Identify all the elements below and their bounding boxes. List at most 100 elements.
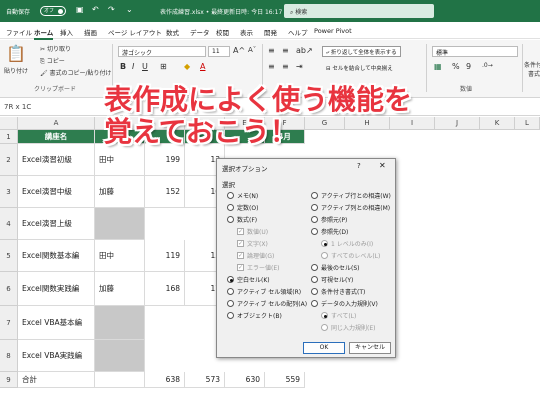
comma-icon[interactable]: 9 (466, 62, 471, 71)
option-objects[interactable]: オブジェクト(B) (227, 311, 282, 320)
column-header-k[interactable]: K (480, 117, 515, 130)
value-cell[interactable]: 119 (145, 240, 185, 272)
option-all-levels[interactable]: すべてのレベル(L) (321, 251, 380, 260)
value-cell[interactable]: 168 (145, 272, 185, 306)
currency-icon[interactable]: ▦ (434, 62, 442, 71)
tab-power-pivot[interactable]: Power Pivot (314, 27, 352, 35)
option-visible-cells[interactable]: 可視セル(Y) (311, 275, 353, 284)
tab-home[interactable]: ホーム (34, 27, 54, 40)
option-row-differences[interactable]: アクティブ行との相違(W) (311, 191, 391, 200)
instructor-cell[interactable] (95, 340, 145, 372)
tab-draw[interactable]: 描画 (84, 27, 97, 37)
orientation-icon[interactable]: ab↗ (296, 46, 313, 55)
instructor-cell[interactable]: 加藤 (95, 176, 145, 208)
tab-file[interactable]: ファイル (6, 27, 32, 37)
option-validation-same[interactable]: 同じ入力規則(E) (321, 323, 375, 332)
search-box[interactable]: ⌕ 検索 (284, 4, 434, 18)
course-cell[interactable]: Excel演習中級 (18, 176, 95, 208)
italic-icon[interactable]: I (132, 62, 134, 71)
paste-button[interactable]: 貼り付け (4, 66, 28, 75)
check-text[interactable]: ✓ 文字(X) (237, 239, 268, 248)
underline-icon[interactable]: U (142, 62, 148, 71)
align-center-icon[interactable]: ≡ (282, 62, 289, 71)
option-constants[interactable]: 定数(O) (227, 203, 258, 212)
option-column-differences[interactable]: アクティブ列との相違(M) (311, 203, 390, 212)
ok-button[interactable]: OK (303, 342, 345, 354)
option-formulas[interactable]: 数式(F) (227, 215, 257, 224)
option-dependents[interactable]: 参照先(D) (311, 227, 348, 236)
course-cell[interactable]: Excel関数実践編 (18, 272, 95, 306)
bold-icon[interactable]: B (120, 62, 126, 71)
option-data-validation[interactable]: データの入力規則(V) (311, 299, 378, 308)
fill-color-icon[interactable]: ◆ (184, 62, 190, 71)
autosave-toggle[interactable]: オフ (40, 6, 66, 16)
tab-help[interactable]: ヘルプ (288, 27, 308, 37)
font-color-icon[interactable]: A (200, 62, 205, 71)
indent-icon[interactable]: ⇥ (296, 62, 303, 71)
row-header[interactable]: 2 (0, 144, 18, 176)
row-header[interactable]: 6 (0, 272, 18, 306)
tab-page-layout[interactable]: ページ レイアウト (108, 27, 162, 37)
align-left-icon[interactable]: ≡ (268, 62, 275, 71)
total-value-cell[interactable]: 573 (185, 372, 225, 388)
save-icon[interactable]: ▣ (76, 5, 84, 14)
tab-formulas[interactable]: 数式 (166, 27, 179, 37)
total-value-cell[interactable]: 630 (225, 372, 265, 388)
wrap-text-button[interactable]: ⤶ 折り返して全体を表示する (322, 46, 401, 57)
name-box[interactable]: 7R x 1C (4, 103, 31, 111)
row-header[interactable]: 4 (0, 208, 18, 240)
redo-icon[interactable]: ↷ (108, 5, 115, 14)
check-errors[interactable]: ✓ エラー値(E) (237, 263, 279, 272)
option-current-region[interactable]: アクティブ セル領域(R) (227, 287, 301, 296)
header-cell-course[interactable]: 講座名 (18, 130, 95, 144)
course-cell[interactable]: Excel演習上級 (18, 208, 95, 240)
option-last-cell[interactable]: 最後のセル(S) (311, 263, 360, 272)
align-middle-icon[interactable]: ≡ (282, 46, 289, 55)
instructor-cell[interactable]: 田中 (95, 144, 145, 176)
font-name-select[interactable]: 游ゴシック (118, 46, 206, 57)
increase-decimal-icon[interactable]: .0→ (482, 62, 493, 69)
tab-developer[interactable]: 開発 (264, 27, 277, 37)
option-current-array[interactable]: アクティブ セルの配列(A) (227, 299, 307, 308)
empty-cell[interactable] (95, 372, 145, 388)
row-header[interactable]: 3 (0, 176, 18, 208)
percent-icon[interactable]: % (452, 62, 460, 71)
font-size-select[interactable]: 11 (208, 46, 230, 57)
border-icon[interactable]: ⊞ (160, 62, 167, 71)
row-header[interactable]: 1 (0, 130, 18, 144)
option-validation-all[interactable]: すべて(L) (321, 311, 356, 320)
instructor-cell[interactable]: 加藤 (95, 272, 145, 306)
align-top-icon[interactable]: ≡ (268, 46, 275, 55)
check-logicals[interactable]: ✓ 論理値(G) (237, 251, 274, 260)
row-header[interactable]: 5 (0, 240, 18, 272)
undo-icon[interactable]: ↶ (92, 5, 99, 14)
help-icon[interactable]: ? (357, 162, 361, 170)
customize-icon[interactable]: ⌄ (126, 5, 133, 14)
instructor-cell[interactable]: 田中 (95, 240, 145, 272)
number-format-select[interactable]: 標準 (432, 46, 518, 57)
conditional-format-button[interactable]: 条件付き (524, 60, 540, 69)
row-header[interactable]: 8 (0, 340, 18, 372)
check-numbers[interactable]: ✓ 数値(U) (237, 227, 268, 236)
paste-icon[interactable]: 📋 (6, 44, 26, 63)
total-value-cell[interactable]: 559 (265, 372, 305, 388)
course-cell[interactable]: Excel関数基本編 (18, 240, 95, 272)
value-cell[interactable]: 199 (145, 144, 185, 176)
grow-font-icon[interactable]: A^ (233, 46, 245, 55)
instructor-cell[interactable] (95, 306, 145, 340)
column-header-a[interactable]: A (18, 117, 95, 130)
tab-data[interactable]: データ (190, 27, 210, 37)
tab-insert[interactable]: 挿入 (60, 27, 73, 37)
course-cell[interactable]: Excel演習初級 (18, 144, 95, 176)
column-header-j[interactable]: J (435, 117, 480, 130)
tab-review[interactable]: 校閲 (216, 27, 229, 37)
course-cell[interactable]: Excel VBA基本編 (18, 306, 95, 340)
merge-center-button[interactable]: ⊟ セルを結合して中央揃え (322, 62, 397, 73)
copy-button[interactable]: ⎘ コピー (40, 56, 65, 66)
row-header[interactable]: 9 (0, 372, 18, 388)
option-comments[interactable]: メモ(N) (227, 191, 258, 200)
option-conditional-formats[interactable]: 条件付き書式(T) (311, 287, 365, 296)
total-label-cell[interactable]: 合計 (18, 372, 95, 388)
close-icon[interactable]: ✕ (379, 161, 386, 170)
option-blanks[interactable]: 空白セル(K) (227, 275, 270, 284)
